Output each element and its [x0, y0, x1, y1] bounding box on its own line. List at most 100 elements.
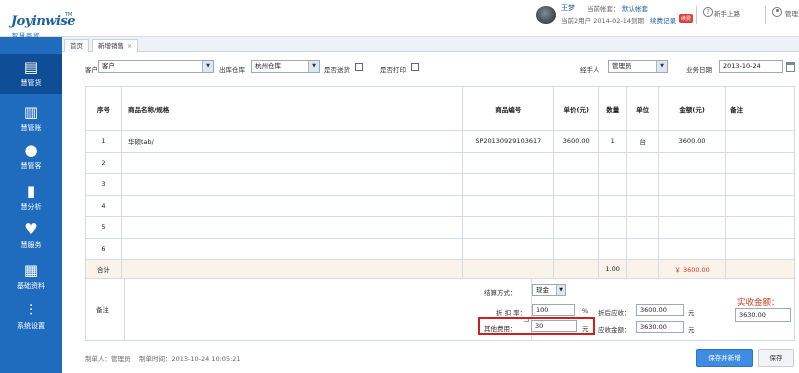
receivable-input[interactable]: 3630.00 [636, 321, 684, 333]
quantity-cell[interactable] [598, 194, 628, 217]
amount-cell[interactable] [658, 173, 727, 196]
product-code-cell[interactable] [462, 216, 555, 239]
book-icon: ▦ [23, 261, 39, 279]
handler-select[interactable]: 管理员 ▼ [608, 60, 668, 73]
quantity-cell[interactable] [598, 151, 628, 174]
note-cell[interactable] [725, 151, 795, 174]
sidebar-item-service[interactable]: ♥ 慧服务 [0, 216, 62, 256]
note-textarea[interactable] [124, 279, 532, 341]
tab-new-sale[interactable]: 新增销售 × [92, 39, 139, 52]
product-name-cell[interactable] [120, 216, 464, 239]
unit-cell[interactable] [626, 216, 660, 239]
quantity-cell[interactable] [598, 216, 628, 239]
tab-label: 新增销售 [98, 42, 124, 50]
price-cell[interactable] [553, 216, 600, 239]
user-name[interactable]: 王梦 [561, 3, 575, 13]
price-cell[interactable] [553, 173, 600, 196]
save-and-new-button[interactable]: 保存并新增 [696, 349, 753, 367]
empty-cell [626, 259, 660, 279]
save-button[interactable]: 保存 [758, 349, 794, 367]
product-name-cell[interactable] [120, 151, 464, 174]
table-row[interactable]: 6 [85, 237, 795, 260]
note-cell[interactable] [725, 237, 795, 260]
table-row[interactable]: 5 [85, 216, 795, 239]
tab-bar: 首页 新增销售 × [62, 37, 799, 52]
divider [696, 6, 697, 24]
amount-cell[interactable]: 3600.00 [658, 130, 727, 153]
date-label: 业务日期 [686, 66, 712, 74]
creator-text: 制单人：管理员 [85, 355, 131, 363]
discounted-due-input[interactable]: 3600.00 [636, 304, 684, 316]
warehouse-select[interactable]: 杭州仓库 ▼ [251, 60, 320, 73]
recharge-link[interactable]: 续费记录 [650, 15, 676, 25]
delivery-checkbox[interactable] [355, 63, 363, 71]
discount-input[interactable]: 100 [532, 304, 575, 316]
sidebar-item-analysis[interactable]: ▮ 慧分析 [0, 178, 62, 218]
product-name-cell[interactable] [120, 237, 464, 260]
calendar-icon[interactable] [786, 62, 795, 72]
help-icon[interactable]: ? [703, 7, 713, 17]
price-cell[interactable] [553, 151, 600, 174]
product-code-cell[interactable] [462, 237, 555, 260]
tab-home[interactable]: 首页 [64, 39, 89, 52]
sidebar-item-customers[interactable]: ● 慧管客 [0, 137, 62, 177]
unit-cell[interactable] [626, 151, 660, 174]
product-code-cell[interactable] [462, 173, 555, 196]
customer-select[interactable]: 客户 ▼ [98, 60, 214, 73]
sidebar-item-accounts[interactable]: ▥ 慧管账 [0, 99, 62, 139]
settlement-method-select[interactable]: 现金 ▼ [532, 284, 566, 296]
table-row[interactable]: 2 [85, 151, 795, 174]
renew-badge[interactable]: 续费 [679, 14, 694, 23]
date-input[interactable]: 2013-10-24 [719, 60, 783, 73]
receivable-unit: 元 [688, 326, 695, 334]
quantity-cell[interactable] [598, 237, 628, 260]
tab-label: 首页 [70, 42, 83, 50]
print-checkbox[interactable] [411, 63, 419, 71]
empty-cell [462, 259, 555, 279]
table-row[interactable]: 4 [85, 194, 795, 217]
sidebar-item-basic-data[interactable]: ▦ 基础资料 [0, 257, 62, 297]
product-name-cell[interactable]: 华硕tab/ [120, 130, 464, 153]
amount-cell[interactable] [658, 194, 727, 217]
product-code-cell[interactable] [462, 151, 555, 174]
amount-cell[interactable] [658, 151, 727, 174]
user-icon[interactable] [772, 7, 782, 17]
table-row[interactable]: 1 华硕tab/ SP20130929103617 3600.00 1 台 36… [85, 130, 795, 153]
product-name-cell[interactable] [120, 194, 464, 217]
admin-name[interactable]: 管理员 [785, 8, 799, 18]
note-cell[interactable] [725, 173, 795, 196]
price-cell[interactable]: 3600.00 [553, 130, 600, 153]
sidebar-item-settings[interactable]: ⫶ 系统设置 [0, 297, 62, 337]
note-cell[interactable] [725, 216, 795, 239]
close-icon[interactable]: × [127, 43, 132, 50]
price-cell[interactable] [553, 194, 600, 217]
warehouse-value: 杭州仓库 [255, 62, 281, 70]
unit-cell[interactable] [626, 237, 660, 260]
product-code-cell[interactable]: SP20130929103617 [462, 130, 555, 153]
note-cell[interactable] [725, 194, 795, 217]
due-unit: 元 [688, 309, 695, 317]
quantity-cell[interactable] [598, 173, 628, 196]
price-cell[interactable] [553, 237, 600, 260]
logo: Joyinwise 智慧商贸 TM [4, 6, 76, 40]
unit-cell[interactable] [626, 173, 660, 196]
divider [765, 6, 766, 24]
note-cell[interactable] [725, 130, 795, 153]
unit-cell[interactable]: 台 [626, 130, 660, 153]
novice-link[interactable]: 新手上路 [714, 8, 740, 18]
account-value[interactable]: 默认帐套 [622, 3, 648, 13]
chart-icon: ▮ [26, 182, 36, 200]
product-code-cell[interactable] [462, 194, 555, 217]
quantity-cell[interactable]: 1 [598, 130, 628, 153]
heart-icon: ♥ [24, 220, 38, 238]
amount-cell[interactable] [658, 216, 727, 239]
amount-cell[interactable] [658, 237, 727, 260]
received-amount-input[interactable]: 3630.00 [735, 308, 791, 322]
product-name-cell[interactable] [120, 173, 464, 196]
print-label: 是否打印 [380, 66, 406, 74]
sidebar-item-goods[interactable]: ▤ 慧管货 [0, 54, 62, 94]
table-row[interactable]: 3 [85, 173, 795, 196]
receivable-value: 3630.00 [640, 323, 667, 331]
unit-cell[interactable] [626, 194, 660, 217]
avatar[interactable] [536, 6, 556, 24]
